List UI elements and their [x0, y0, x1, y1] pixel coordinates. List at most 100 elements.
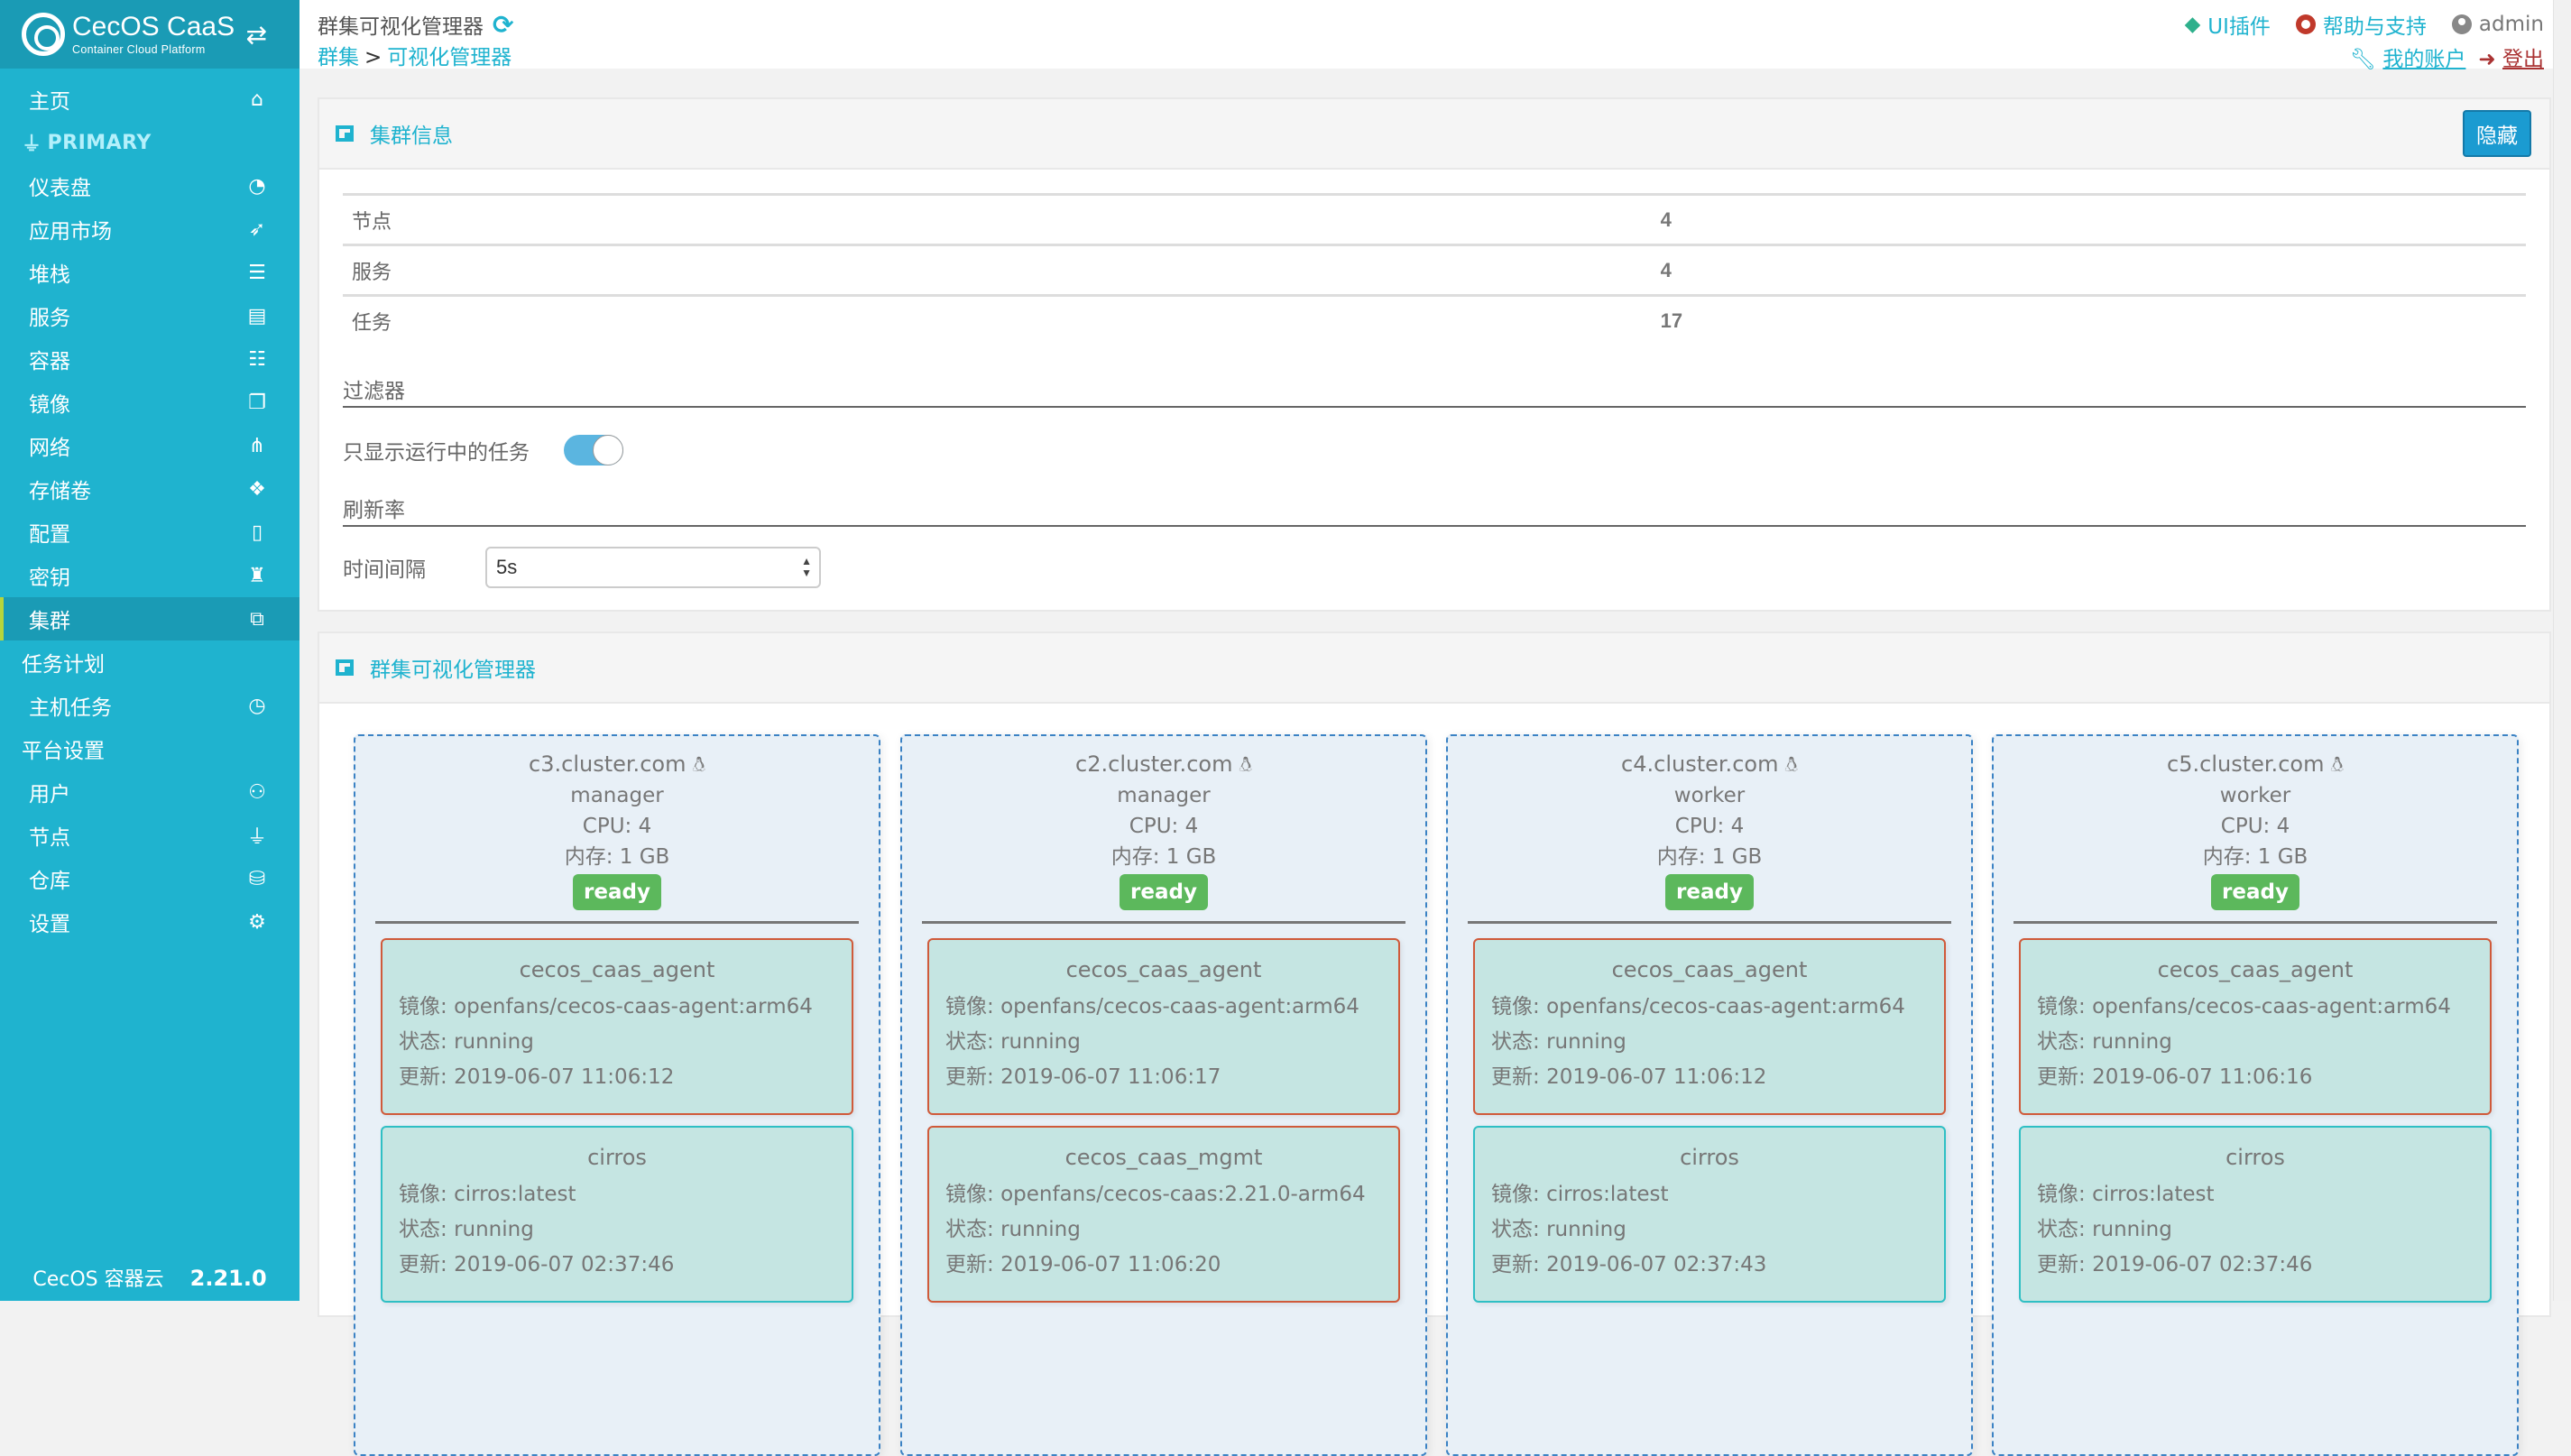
memory-label: 内存: [1656, 845, 1712, 869]
breadcrumb-current[interactable]: 可视化管理器 [387, 46, 511, 69]
task-image: 镜像: cirros:latest [399, 1177, 835, 1212]
info-value: 4 [1651, 244, 2526, 296]
task-card[interactable]: cecos_caas_agent 镜像: openfans/cecos-caas-… [2019, 938, 2492, 1115]
users-icon: ⚇ [248, 780, 266, 804]
linux-icon: 🐧︎ [1784, 753, 1798, 777]
help-support-link[interactable]: 帮助与支持 [2295, 9, 2427, 40]
task-card[interactable]: cirros 镜像: cirros:latest 状态: running 更新: 20… [381, 1126, 853, 1303]
brand-header: CecOS CaaS Container Cloud Platform ⇄ [0, 0, 299, 69]
info-label: 服务 [343, 244, 1652, 296]
sidebar-section: ⏚ PRIMARY [0, 121, 299, 164]
task-state: 状态: running [2037, 1025, 2474, 1060]
cecos-logo-icon[interactable] [22, 13, 65, 56]
task-card[interactable]: cecos_caas_agent 镜像: openfans/cecos-caas-… [1473, 938, 1946, 1115]
image-label: 镜像: [2037, 995, 2093, 1018]
exchange-icon[interactable]: ⇄ [246, 20, 267, 50]
breadcrumb-parent[interactable]: 群集 [318, 46, 359, 69]
sidebar-item[interactable]: 节点 ⏚ [0, 814, 299, 857]
task-card[interactable]: cirros 镜像: cirros:latest 状态: running 更新: 20… [2019, 1126, 2492, 1303]
page-scrollbar[interactable] [2553, 0, 2571, 1301]
image-value: cirros:latest [2092, 1183, 2215, 1206]
user-menu[interactable]: admin [2451, 13, 2544, 36]
sidebar-item[interactable]: 密钥 ♜ [0, 554, 299, 597]
node-status-badge: ready [1120, 874, 1208, 910]
node-host: c3.cluster.com 🐧︎ [355, 749, 879, 780]
sidebar-item-label: 网络 [29, 437, 70, 460]
updated-label: 更新: [2037, 1065, 2093, 1089]
interval-select[interactable]: 5s ▲ ▼ [485, 546, 821, 588]
node-hostname: c4.cluster.com [1621, 751, 1779, 777]
file-code-icon: ▯ [251, 521, 263, 544]
memory-label: 内存: [564, 845, 620, 869]
task-name: cecos_caas_agent [1065, 957, 1262, 982]
node-card: c4.cluster.com 🐧︎ worker CPU: 4 内存: 1 GB rea… [1446, 734, 1973, 1456]
sidebar-item[interactable]: 设置 ⚙ [0, 900, 299, 944]
ui-plugins-link[interactable]: ◆ UI插件 [2185, 9, 2271, 40]
image-value: openfans/cecos-caas-agent:arm64 [1546, 995, 1905, 1018]
cluster-info-header: 集群信息 隐藏 [319, 99, 2549, 170]
interval-label: 时间间隔 [343, 558, 426, 582]
sidebar-item[interactable]: 仓库 ⛁ [0, 857, 299, 900]
memory-value: 1 GB [1166, 845, 1217, 869]
logout-link[interactable]: ➜ 登出 [2478, 41, 2544, 72]
info-value: 4 [1651, 193, 2526, 245]
sidebar-item[interactable]: 主页 ⌂ [0, 78, 299, 121]
cpu-label: CPU: [1129, 815, 1185, 838]
task-card[interactable]: cecos_caas_agent 镜像: openfans/cecos-caas-… [927, 938, 1400, 1115]
sidebar-item[interactable]: 容器 ☷ [0, 337, 299, 381]
memory-value: 1 GB [2257, 845, 2308, 869]
memory-label: 内存: [2202, 845, 2258, 869]
sidebar-item[interactable]: 配置 ▯ [0, 511, 299, 554]
image-label: 镜像: [399, 995, 455, 1018]
image-label: 镜像: [1491, 1183, 1547, 1206]
object-group-icon [336, 659, 354, 676]
sidebar-item-label: 存储卷 [29, 480, 91, 503]
task-state: 状态: running [1491, 1025, 1928, 1060]
task-name: cecos_caas_mgmt [1064, 1145, 1263, 1170]
updated-value: 2019-06-07 02:37:46 [2092, 1253, 2313, 1276]
refresh-icon[interactable]: ⟳ [493, 10, 513, 40]
node-host: c2.cluster.com 🐧︎ [902, 749, 1425, 780]
info-label: 任务 [343, 294, 1652, 346]
memory-label: 内存: [1110, 845, 1166, 869]
cpu-value: 4 [638, 815, 652, 838]
task-state: 状态: running [1491, 1212, 1928, 1248]
sidebar-item[interactable]: 网络 ⋔ [0, 424, 299, 467]
cpu-value: 4 [2276, 815, 2290, 838]
task-card[interactable]: cirros 镜像: cirros:latest 状态: running 更新: 20… [1473, 1126, 1946, 1303]
sidebar-item[interactable]: 主机任务 ◷ [0, 684, 299, 727]
node-cpu: CPU: 4 [902, 811, 1425, 842]
node-divider [375, 921, 859, 924]
object-group-icon: ⧉ [250, 607, 264, 631]
task-card[interactable]: cecos_caas_agent 镜像: openfans/cecos-caas-… [381, 938, 853, 1115]
brand-title[interactable]: CecOS CaaS Container Cloud Platform [72, 13, 235, 56]
info-row: 节点 4 [343, 193, 2526, 245]
state-label: 状态: [2037, 1218, 2093, 1241]
sidebar-item[interactable]: 堆栈 ☰ [0, 251, 299, 294]
sidebar-item[interactable]: 存储卷 ❖ [0, 467, 299, 511]
sidebar-item-label: 密钥 [29, 567, 70, 590]
node-card: c2.cluster.com 🐧︎ manager CPU: 4 内存: 1 GB re… [900, 734, 1427, 1456]
node-divider [922, 921, 1405, 924]
sidebar-item[interactable]: 服务 ▤ [0, 294, 299, 337]
task-image: 镜像: openfans/cecos-caas-agent:arm64 [399, 990, 835, 1025]
sidebar-item-label: 应用市场 [29, 220, 112, 244]
task-image: 镜像: cirros:latest [2037, 1177, 2474, 1212]
task-card[interactable]: cecos_caas_mgmt 镜像: openfans/cecos-caas:2… [927, 1126, 1400, 1303]
running-only-toggle[interactable] [564, 434, 623, 465]
sidebar-item[interactable]: 应用市场 ➶ [0, 207, 299, 251]
help-label: 帮助与支持 [2322, 15, 2427, 39]
task-updated: 更新: 2019-06-07 11:06:20 [945, 1248, 1382, 1283]
updated-value: 2019-06-07 11:06:20 [1000, 1253, 1221, 1276]
my-account-link[interactable]: 🔧︎ 我的账户 [2350, 41, 2466, 72]
info-label: 节点 [343, 193, 1652, 245]
hide-button[interactable]: 隐藏 [2463, 110, 2531, 157]
filter-running-row: 只显示运行中的任务 [343, 434, 2526, 465]
sidebar-item[interactable]: 集群 ⧉ [0, 597, 299, 640]
state-value: running [1000, 1030, 1081, 1054]
sidebar-item[interactable]: 用户 ⚇ [0, 770, 299, 814]
sidebar-item-label: 主机任务 [29, 696, 112, 720]
sidebar-item[interactable]: 镜像 ❐ [0, 381, 299, 424]
tag-icon: ◆ [2184, 13, 2201, 36]
sidebar-item[interactable]: 仪表盘 ◔ [0, 164, 299, 207]
